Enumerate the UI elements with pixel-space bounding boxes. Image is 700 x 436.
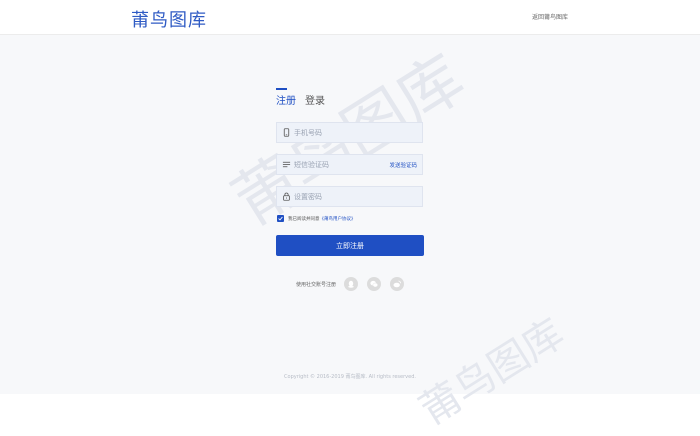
qq-login-button[interactable] xyxy=(344,277,358,291)
site-logo[interactable]: 莆鸟图库 xyxy=(131,6,207,32)
sms-code-field: 发送验证码 xyxy=(276,154,423,175)
weibo-icon xyxy=(393,280,401,288)
agree-label: 我已阅读并同意 xyxy=(288,217,320,222)
lock-icon xyxy=(283,192,290,201)
back-home-link[interactable]: 返回莆鸟图库 xyxy=(532,12,568,21)
tab-register[interactable]: 注册 xyxy=(276,92,296,107)
phone-field xyxy=(276,122,423,143)
main-area xyxy=(0,35,700,394)
tab-login[interactable]: 登录 xyxy=(305,92,325,107)
check-icon xyxy=(278,216,283,221)
send-code-button[interactable]: 发送验证码 xyxy=(389,161,417,169)
social-label: 使用社交账号注册 xyxy=(296,282,337,288)
phone-input[interactable] xyxy=(294,126,384,140)
agree-checkbox[interactable] xyxy=(277,215,284,222)
password-input[interactable] xyxy=(294,190,384,204)
phone-icon xyxy=(283,128,290,137)
register-button[interactable]: 立即注册 xyxy=(276,235,424,256)
agreement-link[interactable]: 《莆鸟用户协议》 xyxy=(320,217,356,222)
weibo-login-button[interactable] xyxy=(390,277,404,291)
qq-icon xyxy=(348,280,354,288)
wechat-icon xyxy=(370,280,378,288)
sms-code-input[interactable] xyxy=(294,158,384,172)
agreement-text: 我已阅读并同意《莆鸟用户协议》 xyxy=(288,216,356,222)
top-bar: 莆鸟图库 返回莆鸟图库 xyxy=(0,0,700,35)
wechat-login-button[interactable] xyxy=(367,277,381,291)
password-field xyxy=(276,186,423,207)
message-icon xyxy=(282,161,291,168)
active-tab-indicator xyxy=(276,88,287,90)
footer-copyright: Copyright © 2016-2019 莆鸟图库. All rights r… xyxy=(284,374,416,380)
